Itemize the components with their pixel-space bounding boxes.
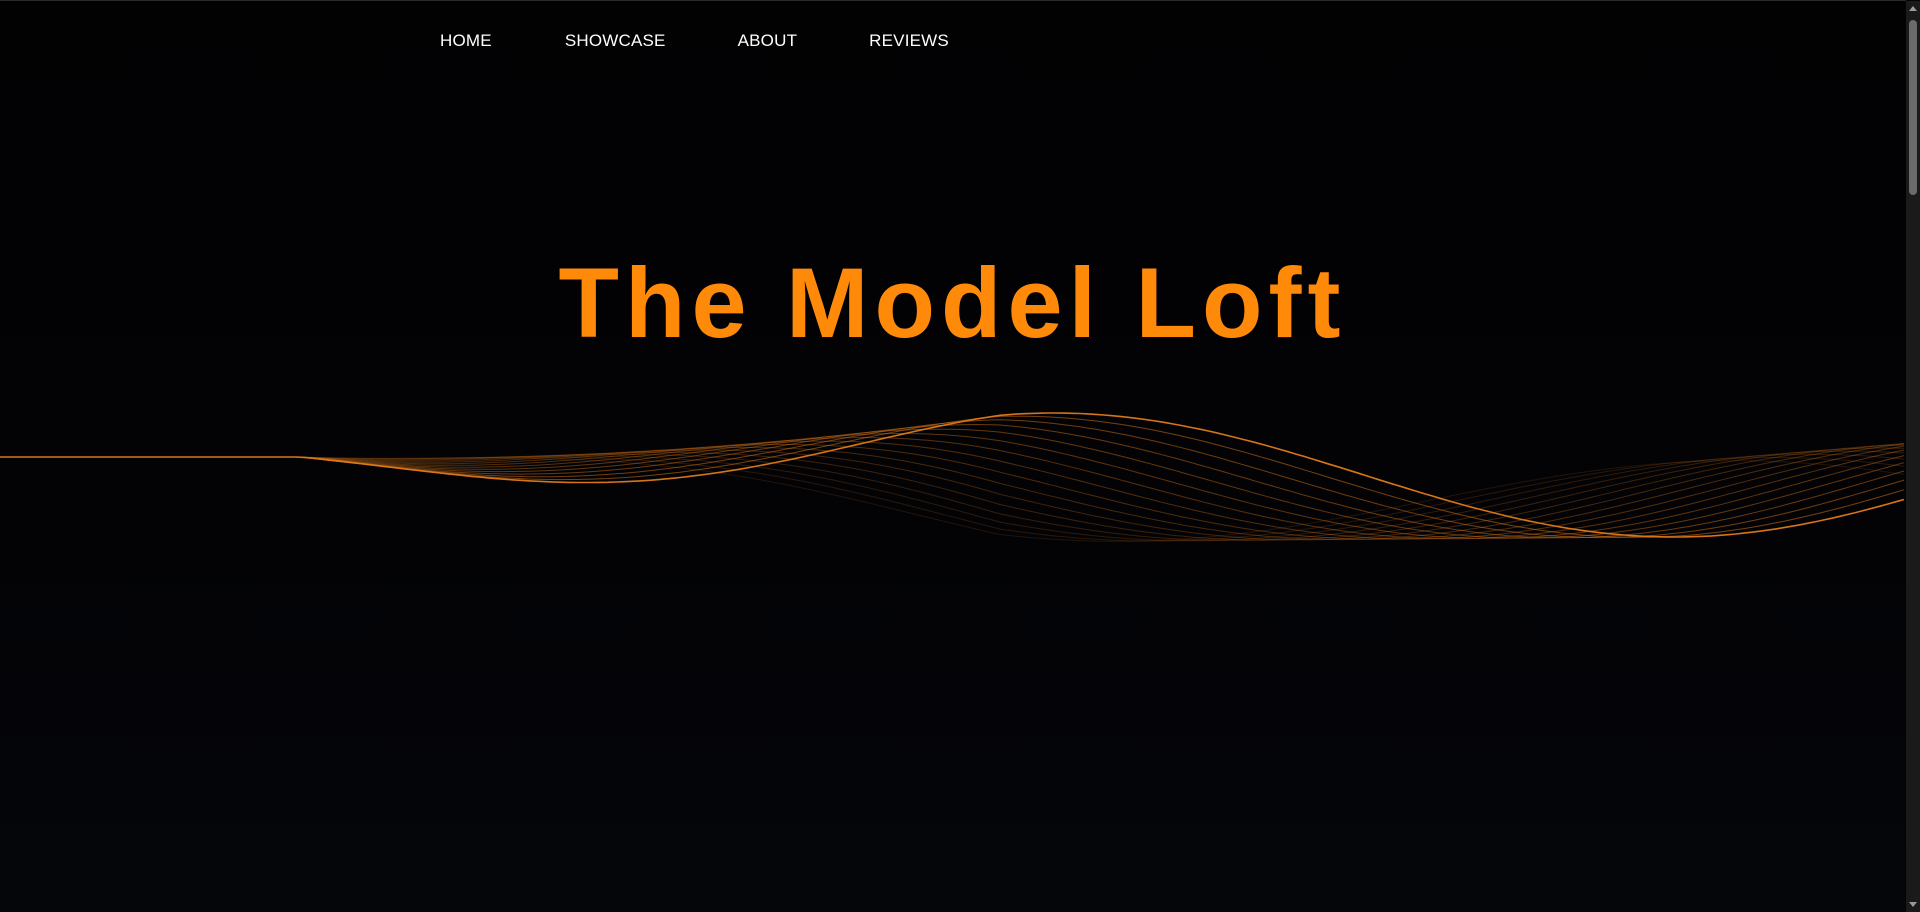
wave-line [0,444,1905,541]
page: HOME SHOWCASE ABOUT REVIEWS The Model Lo… [0,1,1905,912]
vertical-scrollbar[interactable] [1906,1,1920,912]
nav-item-about[interactable]: ABOUT [738,31,798,51]
scrollbar-thumb[interactable] [1909,20,1917,195]
wave-line [0,456,1905,542]
wave-line [0,412,1905,538]
nav-item-reviews[interactable]: REVIEWS [869,31,949,51]
hero-title: The Model Loft [558,247,1347,358]
nav-item-home[interactable]: HOME [440,31,492,51]
wave-line [0,447,1905,541]
nav-item-showcase[interactable]: SHOWCASE [565,31,666,51]
wave-line [0,419,1905,539]
wave-line [0,415,1905,538]
scroll-down-arrow-icon[interactable] [1909,902,1917,907]
scroll-up-arrow-icon[interactable] [1909,6,1917,11]
wave-lines-decoration [0,412,1905,542]
wave-line [0,440,1905,540]
main-nav: HOME SHOWCASE ABOUT REVIEWS [440,31,949,51]
wave-line [0,443,1905,540]
wave-line [0,433,1905,539]
wave-line [0,443,1905,541]
